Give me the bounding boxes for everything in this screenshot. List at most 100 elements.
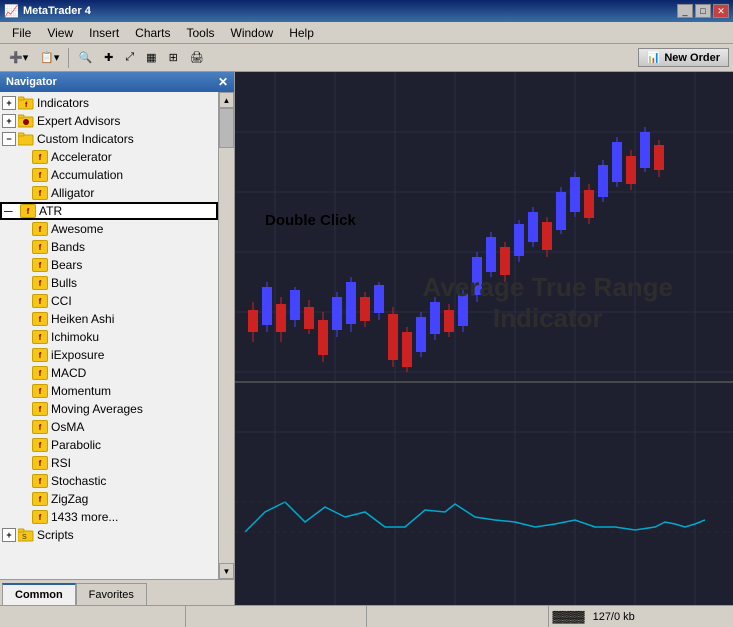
toolbar-btn-2[interactable]: 📋▾	[35, 47, 64, 69]
tree-label-momentum: Momentum	[51, 384, 111, 398]
new-order-label: New Order	[664, 52, 720, 64]
svg-text:S: S	[22, 534, 27, 541]
toolbar-separator-1	[68, 48, 69, 68]
toolbar-btn-7[interactable]: ⊞	[164, 47, 183, 69]
scrollbar-indicator: ▓▓▓▓	[553, 611, 585, 623]
toolbar-btn-5[interactable]: ⤢	[120, 47, 139, 69]
toolbar-btn-4[interactable]: ✚	[99, 47, 118, 69]
toolbar-btn-6[interactable]: ▦	[141, 47, 161, 69]
status-right: ▓▓▓▓ 127/0 kb	[553, 611, 635, 623]
folder-icon-indicators: f	[18, 96, 34, 110]
indicator-icon-awesome: f	[32, 222, 48, 236]
scroll-up-button[interactable]: ▲	[219, 92, 234, 108]
expand-icon-experts[interactable]: +	[2, 114, 16, 128]
menu-window[interactable]: Window	[223, 24, 282, 42]
tree-item-custom[interactable]: − Custom Indicators	[0, 130, 218, 148]
tree-label-stochastic: Stochastic	[51, 474, 106, 488]
tree-label-zigzag: ZigZag	[51, 492, 88, 506]
chart-area[interactable]: Double Click Average True RangeIndicator	[235, 72, 733, 605]
tree-item-bands[interactable]: f Bands	[0, 238, 218, 256]
nav-tree-content: + f Indicators +	[0, 92, 218, 579]
title-bar-controls[interactable]: _ □ ✕	[677, 4, 729, 18]
scroll-thumb[interactable]	[219, 108, 234, 148]
tree-item-stochastic[interactable]: f Stochastic	[0, 472, 218, 490]
status-section-2	[186, 606, 368, 627]
tree-item-experts[interactable]: + Expert Advisors	[0, 112, 218, 130]
indicator-icon-macd: f	[32, 366, 48, 380]
tree-item-heiken[interactable]: f Heiken Ashi	[0, 310, 218, 328]
tree-label-alligator: Alligator	[51, 186, 94, 200]
tree-item-osma[interactable]: f OsMA	[0, 418, 218, 436]
tree-item-accelerator[interactable]: f Accelerator	[0, 148, 218, 166]
expand-icon-custom[interactable]: −	[2, 132, 16, 146]
tree-item-more[interactable]: f 1433 more...	[0, 508, 218, 526]
menu-view[interactable]: View	[39, 24, 81, 42]
indicator-icon-bulls: f	[32, 276, 48, 290]
tree-item-scripts[interactable]: + S Scripts	[0, 526, 218, 544]
tree-label-scripts: Scripts	[37, 528, 74, 542]
menu-help[interactable]: Help	[281, 24, 322, 42]
tree-item-indicators[interactable]: + f Indicators	[0, 94, 218, 112]
tree-item-awesome[interactable]: f Awesome	[0, 220, 218, 238]
tab-common-label: Common	[15, 589, 63, 601]
tree-item-cci[interactable]: f CCI	[0, 292, 218, 310]
new-order-button[interactable]: 📊 New Order	[638, 48, 729, 67]
tree-label-movingaverages: Moving Averages	[51, 402, 143, 416]
tree-item-accumulation[interactable]: f Accumulation	[0, 166, 218, 184]
tree-item-ichimoku[interactable]: f Ichimoku	[0, 328, 218, 346]
menu-tools[interactable]: Tools	[179, 24, 223, 42]
toolbar-btn-8[interactable]: 🖨	[185, 47, 209, 69]
menu-charts[interactable]: Charts	[127, 24, 178, 42]
nav-scrollbar[interactable]: ▲ ▼	[218, 92, 234, 579]
title-bar: 📈 MetaTrader 4 _ □ ✕	[0, 0, 733, 22]
indicator-icon-momentum: f	[32, 384, 48, 398]
nav-tabs: Common Favorites	[0, 579, 234, 605]
tree-label-iexposure: iExposure	[51, 348, 104, 362]
tree-label-bulls: Bulls	[51, 276, 77, 290]
tree-label-parabolic: Parabolic	[51, 438, 101, 452]
tree-item-bulls[interactable]: f Bulls	[0, 274, 218, 292]
indicator-icon-iexposure: f	[32, 348, 48, 362]
expand-icon-scripts[interactable]: +	[2, 528, 16, 542]
memory-indicator: 127/0 kb	[593, 611, 635, 623]
menu-bar: File View Insert Charts Tools Window Hel…	[0, 22, 733, 44]
expand-icon-indicators[interactable]: +	[2, 96, 16, 110]
scroll-down-button[interactable]: ▼	[219, 563, 234, 579]
tree-label-osma: OsMA	[51, 420, 84, 434]
close-button[interactable]: ✕	[713, 4, 729, 18]
tab-favorites[interactable]: Favorites	[76, 583, 147, 605]
tree-label-indicators: Indicators	[37, 96, 89, 110]
menu-insert[interactable]: Insert	[81, 24, 127, 42]
status-bar: ▓▓▓▓ 127/0 kb	[0, 605, 733, 627]
tree-item-bears[interactable]: f Bears	[0, 256, 218, 274]
maximize-button[interactable]: □	[695, 4, 711, 18]
tree-item-parabolic[interactable]: f Parabolic	[0, 436, 218, 454]
tree-item-macd[interactable]: f MACD	[0, 364, 218, 382]
nav-tree: + f Indicators +	[0, 92, 234, 579]
tab-common[interactable]: Common	[2, 583, 76, 605]
toolbar-btn-1[interactable]: ➕▾	[4, 47, 33, 69]
tree-item-iexposure[interactable]: f iExposure	[0, 346, 218, 364]
minimize-button[interactable]: _	[677, 4, 693, 18]
menu-file[interactable]: File	[4, 24, 39, 42]
tree-label-macd: MACD	[51, 366, 86, 380]
folder-icon-scripts: S	[18, 528, 34, 542]
tree-item-alligator[interactable]: f Alligator	[0, 184, 218, 202]
scroll-track[interactable]	[219, 108, 234, 563]
tree-item-movingaverages[interactable]: f Moving Averages	[0, 400, 218, 418]
navigator-close-button[interactable]: ✕	[218, 75, 228, 89]
tree-item-zigzag[interactable]: f ZigZag	[0, 490, 218, 508]
indicator-icon-accelerator: f	[32, 150, 48, 164]
folder-icon-experts	[18, 114, 34, 128]
tree-item-rsi[interactable]: f RSI	[0, 454, 218, 472]
tree-label-accumulation: Accumulation	[51, 168, 123, 182]
tree-label-cci: CCI	[51, 294, 72, 308]
indicator-icon-accumulation: f	[32, 168, 48, 182]
status-section-3	[367, 606, 549, 627]
folder-icon-custom	[18, 132, 34, 146]
indicator-icon-osma: f	[32, 420, 48, 434]
toolbar-btn-3[interactable]: 🔍	[73, 47, 97, 69]
tree-item-momentum[interactable]: f Momentum	[0, 382, 218, 400]
tree-item-atr[interactable]: ─ f ATR	[0, 202, 218, 220]
tree-label-bears: Bears	[51, 258, 82, 272]
